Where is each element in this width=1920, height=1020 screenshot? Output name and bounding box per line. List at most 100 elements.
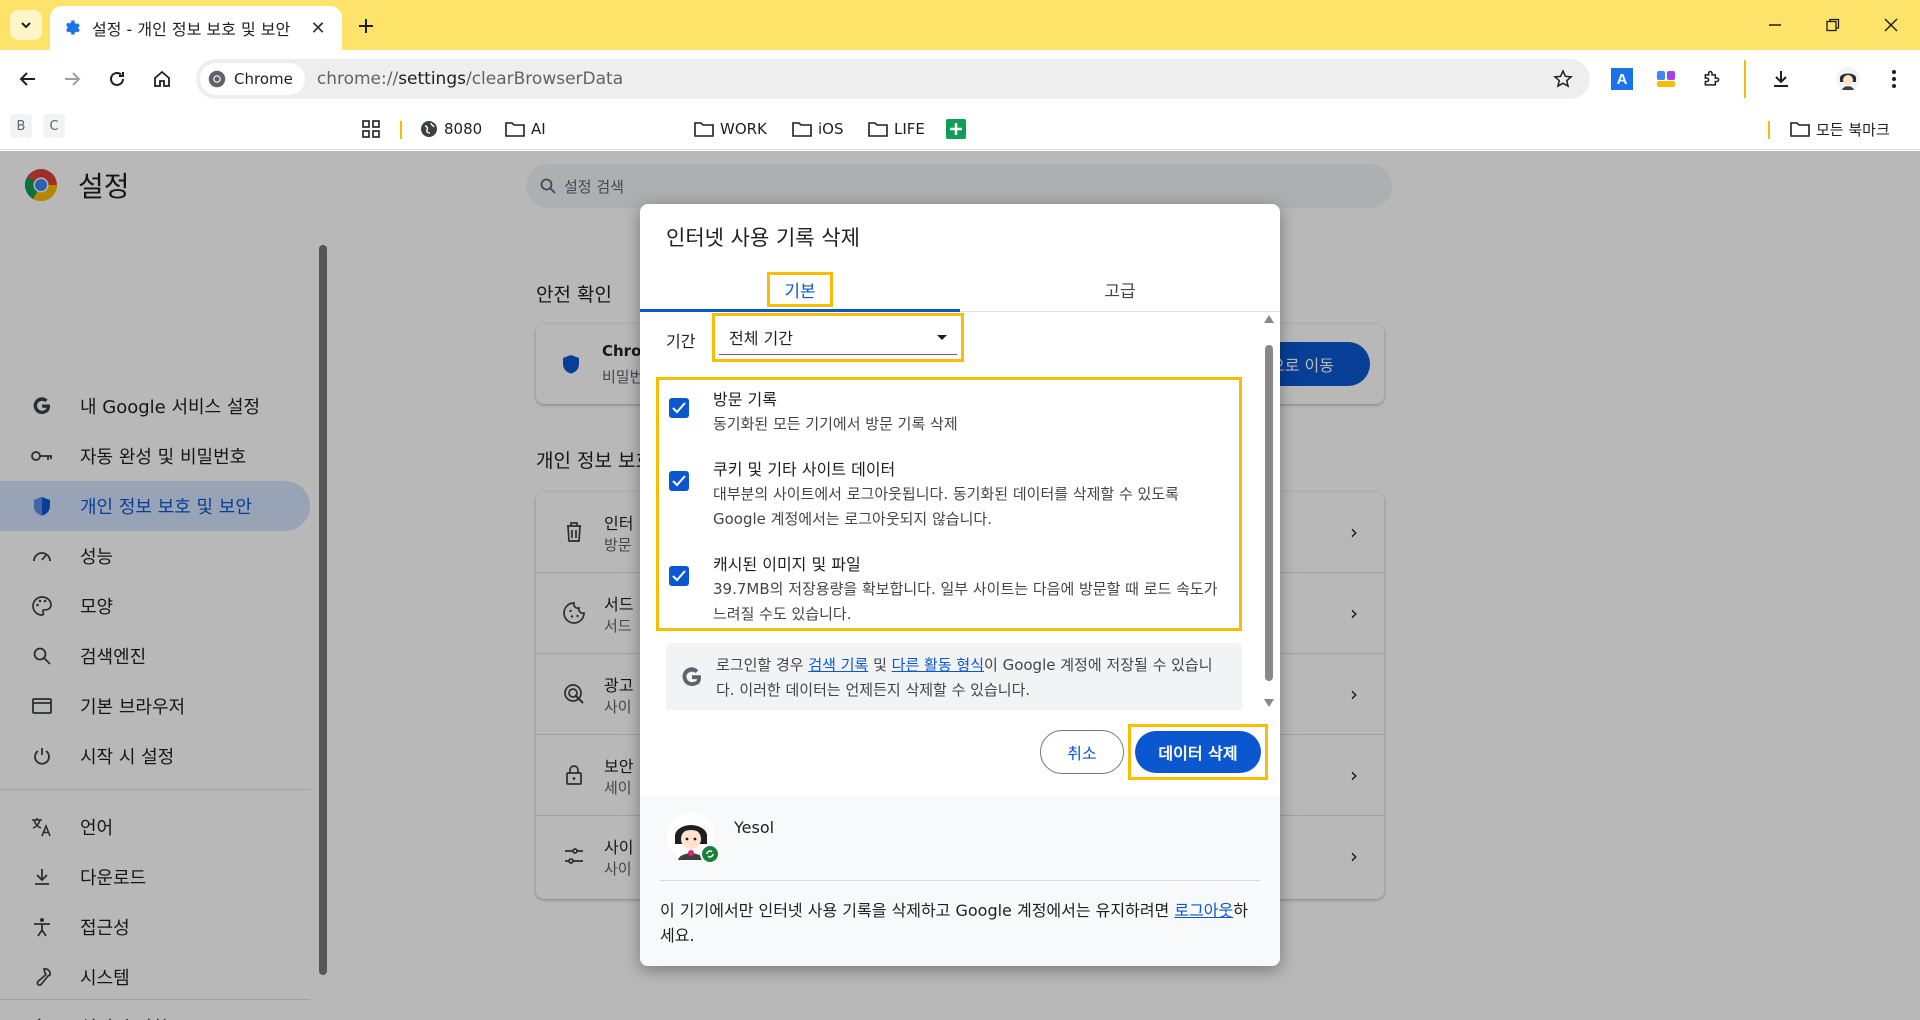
time-range-value: 전체 기간 <box>729 329 793 348</box>
search-history-link[interactable]: 검색 기록 <box>808 656 868 674</box>
option-title: 캐시된 이미지 및 파일 <box>713 555 861 574</box>
extension-button[interactable] <box>1650 63 1682 95</box>
dialog-tabs: 기본 고급 <box>640 266 1280 312</box>
checkmark-icon <box>672 570 686 582</box>
bookmark-star-button[interactable] <box>1546 62 1580 96</box>
time-range-select[interactable]: 전체 기간 <box>719 320 957 355</box>
site-info-chip[interactable]: Chrome <box>200 63 305 95</box>
bookmark-separator <box>400 121 402 139</box>
option-title: 쿠키 및 기타 사이트 데이터 <box>713 460 896 479</box>
google-g-icon <box>682 667 701 687</box>
translate-a-icon: A <box>1611 68 1633 90</box>
account-name: Yesol <box>734 818 775 837</box>
arrow-left-icon <box>19 72 35 86</box>
minimize-button[interactable] <box>1760 12 1790 38</box>
bookmark-separator <box>1768 121 1770 139</box>
settings-gear-icon <box>62 18 82 38</box>
sync-badge-icon <box>700 844 720 864</box>
checkbox-browsing-history[interactable] <box>669 398 689 418</box>
dialog-scroll-thumb[interactable] <box>1265 345 1273 681</box>
tab-basic-label: 기본 <box>767 271 833 307</box>
new-tab-button[interactable] <box>352 12 380 40</box>
cancel-button[interactable]: 취소 <box>1040 730 1124 774</box>
downloads-button[interactable] <box>1765 63 1797 95</box>
active-tab-indicator <box>640 309 960 312</box>
checkmark-icon <box>672 402 686 414</box>
translate-extension-button[interactable]: A <box>1606 63 1638 95</box>
bookmark-label: 8080 <box>444 120 483 138</box>
all-bookmarks-button[interactable]: 모든 북마크 <box>1790 114 1890 144</box>
checkbox-cached-images[interactable] <box>669 566 689 586</box>
active-tab[interactable]: 설정 - 개인 정보 보호 및 보안 ✕ <box>50 6 342 50</box>
green-plus-icon <box>946 119 966 139</box>
other-activity-link[interactable]: 다른 활동 형식 <box>892 656 984 674</box>
restore-icon <box>1826 18 1840 32</box>
tab-advanced-label: 고급 <box>1104 281 1136 302</box>
bookmark-label: LIFE <box>894 120 925 138</box>
signout-link[interactable]: 로그아웃 <box>1174 901 1233 920</box>
folder-icon <box>792 122 812 137</box>
dialog-content: 기간 전체 기간 방문 기록 동기화된 모든 기기에서 방문 기록 삭제 쿠키 … <box>640 313 1280 710</box>
globe-icon <box>421 121 437 137</box>
tab-search-button[interactable] <box>10 10 42 40</box>
folder-icon <box>1790 122 1810 137</box>
reload-button[interactable] <box>101 63 133 95</box>
chat-extension-icon <box>1657 71 1675 87</box>
tab-advanced[interactable]: 고급 <box>960 266 1280 312</box>
checkbox-cookies[interactable] <box>669 471 689 491</box>
folder-icon <box>868 122 888 137</box>
title-bar: 설정 - 개인 정보 보호 및 보안 ✕ <box>0 0 1920 50</box>
info-text: 로그인할 경우 검색 기록 및 다른 활동 형식이 Google 계정에 저장될… <box>716 656 1213 699</box>
arrow-right-icon <box>65 72 81 86</box>
star-icon <box>1553 69 1573 88</box>
bookmark-label: iOS <box>818 120 844 138</box>
bookmark-folder-work[interactable]: WORK <box>694 114 767 144</box>
dialog-scrollbar[interactable] <box>1262 313 1276 710</box>
restore-button[interactable] <box>1818 12 1848 38</box>
menu-button[interactable] <box>1878 63 1910 95</box>
home-button[interactable] <box>146 63 178 95</box>
clear-browsing-data-dialog: 인터넷 사용 기록 삭제 기본 고급 기간 전체 기간 방문 기록 동기화된 모… <box>640 204 1280 966</box>
bookmark-folder-life[interactable]: LIFE <box>868 114 925 144</box>
delete-data-button[interactable]: 데이터 삭제 <box>1135 731 1261 773</box>
close-tab-icon[interactable]: ✕ <box>306 16 330 40</box>
bookmark-c[interactable]: C <box>43 114 65 138</box>
bookmark-folder-ios[interactable]: iOS <box>792 114 844 144</box>
folder-icon <box>694 122 714 137</box>
folder-icon <box>505 122 525 137</box>
puzzle-icon <box>1704 70 1720 86</box>
dialog-title: 인터넷 사용 기록 삭제 <box>666 226 860 250</box>
bookmark-b[interactable]: B <box>10 114 32 138</box>
close-window-button[interactable] <box>1876 12 1906 38</box>
scroll-up-arrow-icon[interactable] <box>1264 315 1274 323</box>
extensions-menu-button[interactable] <box>1696 63 1728 95</box>
bookmark-label: WORK <box>720 120 767 138</box>
profile-button[interactable] <box>1832 63 1864 95</box>
forward-button[interactable] <box>56 63 88 95</box>
minimize-icon <box>1769 24 1781 26</box>
delete-button-highlight: 데이터 삭제 <box>1128 724 1268 780</box>
dialog-footer: Yesol 이 기기에서만 인터넷 사용 기록을 삭제하고 Google 계정에… <box>640 796 1280 966</box>
chrome-icon <box>208 70 226 88</box>
tab-basic[interactable]: 기본 <box>640 266 960 312</box>
signout-text: 이 기기에서만 인터넷 사용 기록을 삭제하고 Google 계정에서는 유지하… <box>660 901 1248 945</box>
url-text[interactable]: chrome://settings/clearBrowserData <box>317 69 1546 89</box>
data-options-highlight: 방문 기록 동기화된 모든 기기에서 방문 기록 삭제 쿠키 및 기타 사이트 … <box>656 377 1242 631</box>
apps-grid-icon <box>362 120 380 138</box>
plus-icon <box>359 19 373 33</box>
more-vert-icon <box>1892 70 1896 88</box>
back-button[interactable] <box>12 63 44 95</box>
bookmarks-bar: B C 8080 AI WORK iOS LIFE 모든 북마크 <box>0 108 1920 150</box>
address-bar[interactable]: Chrome chrome://settings/clearBrowserDat… <box>196 59 1590 99</box>
scroll-down-arrow-icon[interactable] <box>1264 699 1274 707</box>
bookmark-8080[interactable]: 8080 <box>420 114 482 144</box>
toolbar: Chrome chrome://settings/clearBrowserDat… <box>0 50 1920 108</box>
google-account-info: 로그인할 경우 검색 기록 및 다른 활동 형식이 Google 계정에 저장될… <box>666 643 1242 710</box>
dropdown-caret-icon <box>937 335 947 340</box>
time-range-label: 기간 <box>666 332 696 351</box>
apps-button[interactable] <box>362 114 380 144</box>
bookmark-folder-ai[interactable]: AI <box>505 114 546 144</box>
avatar-icon <box>1836 67 1860 91</box>
tab-title: 설정 - 개인 정보 보호 및 보안 <box>92 20 291 39</box>
bookmark-sheets[interactable] <box>946 114 966 144</box>
